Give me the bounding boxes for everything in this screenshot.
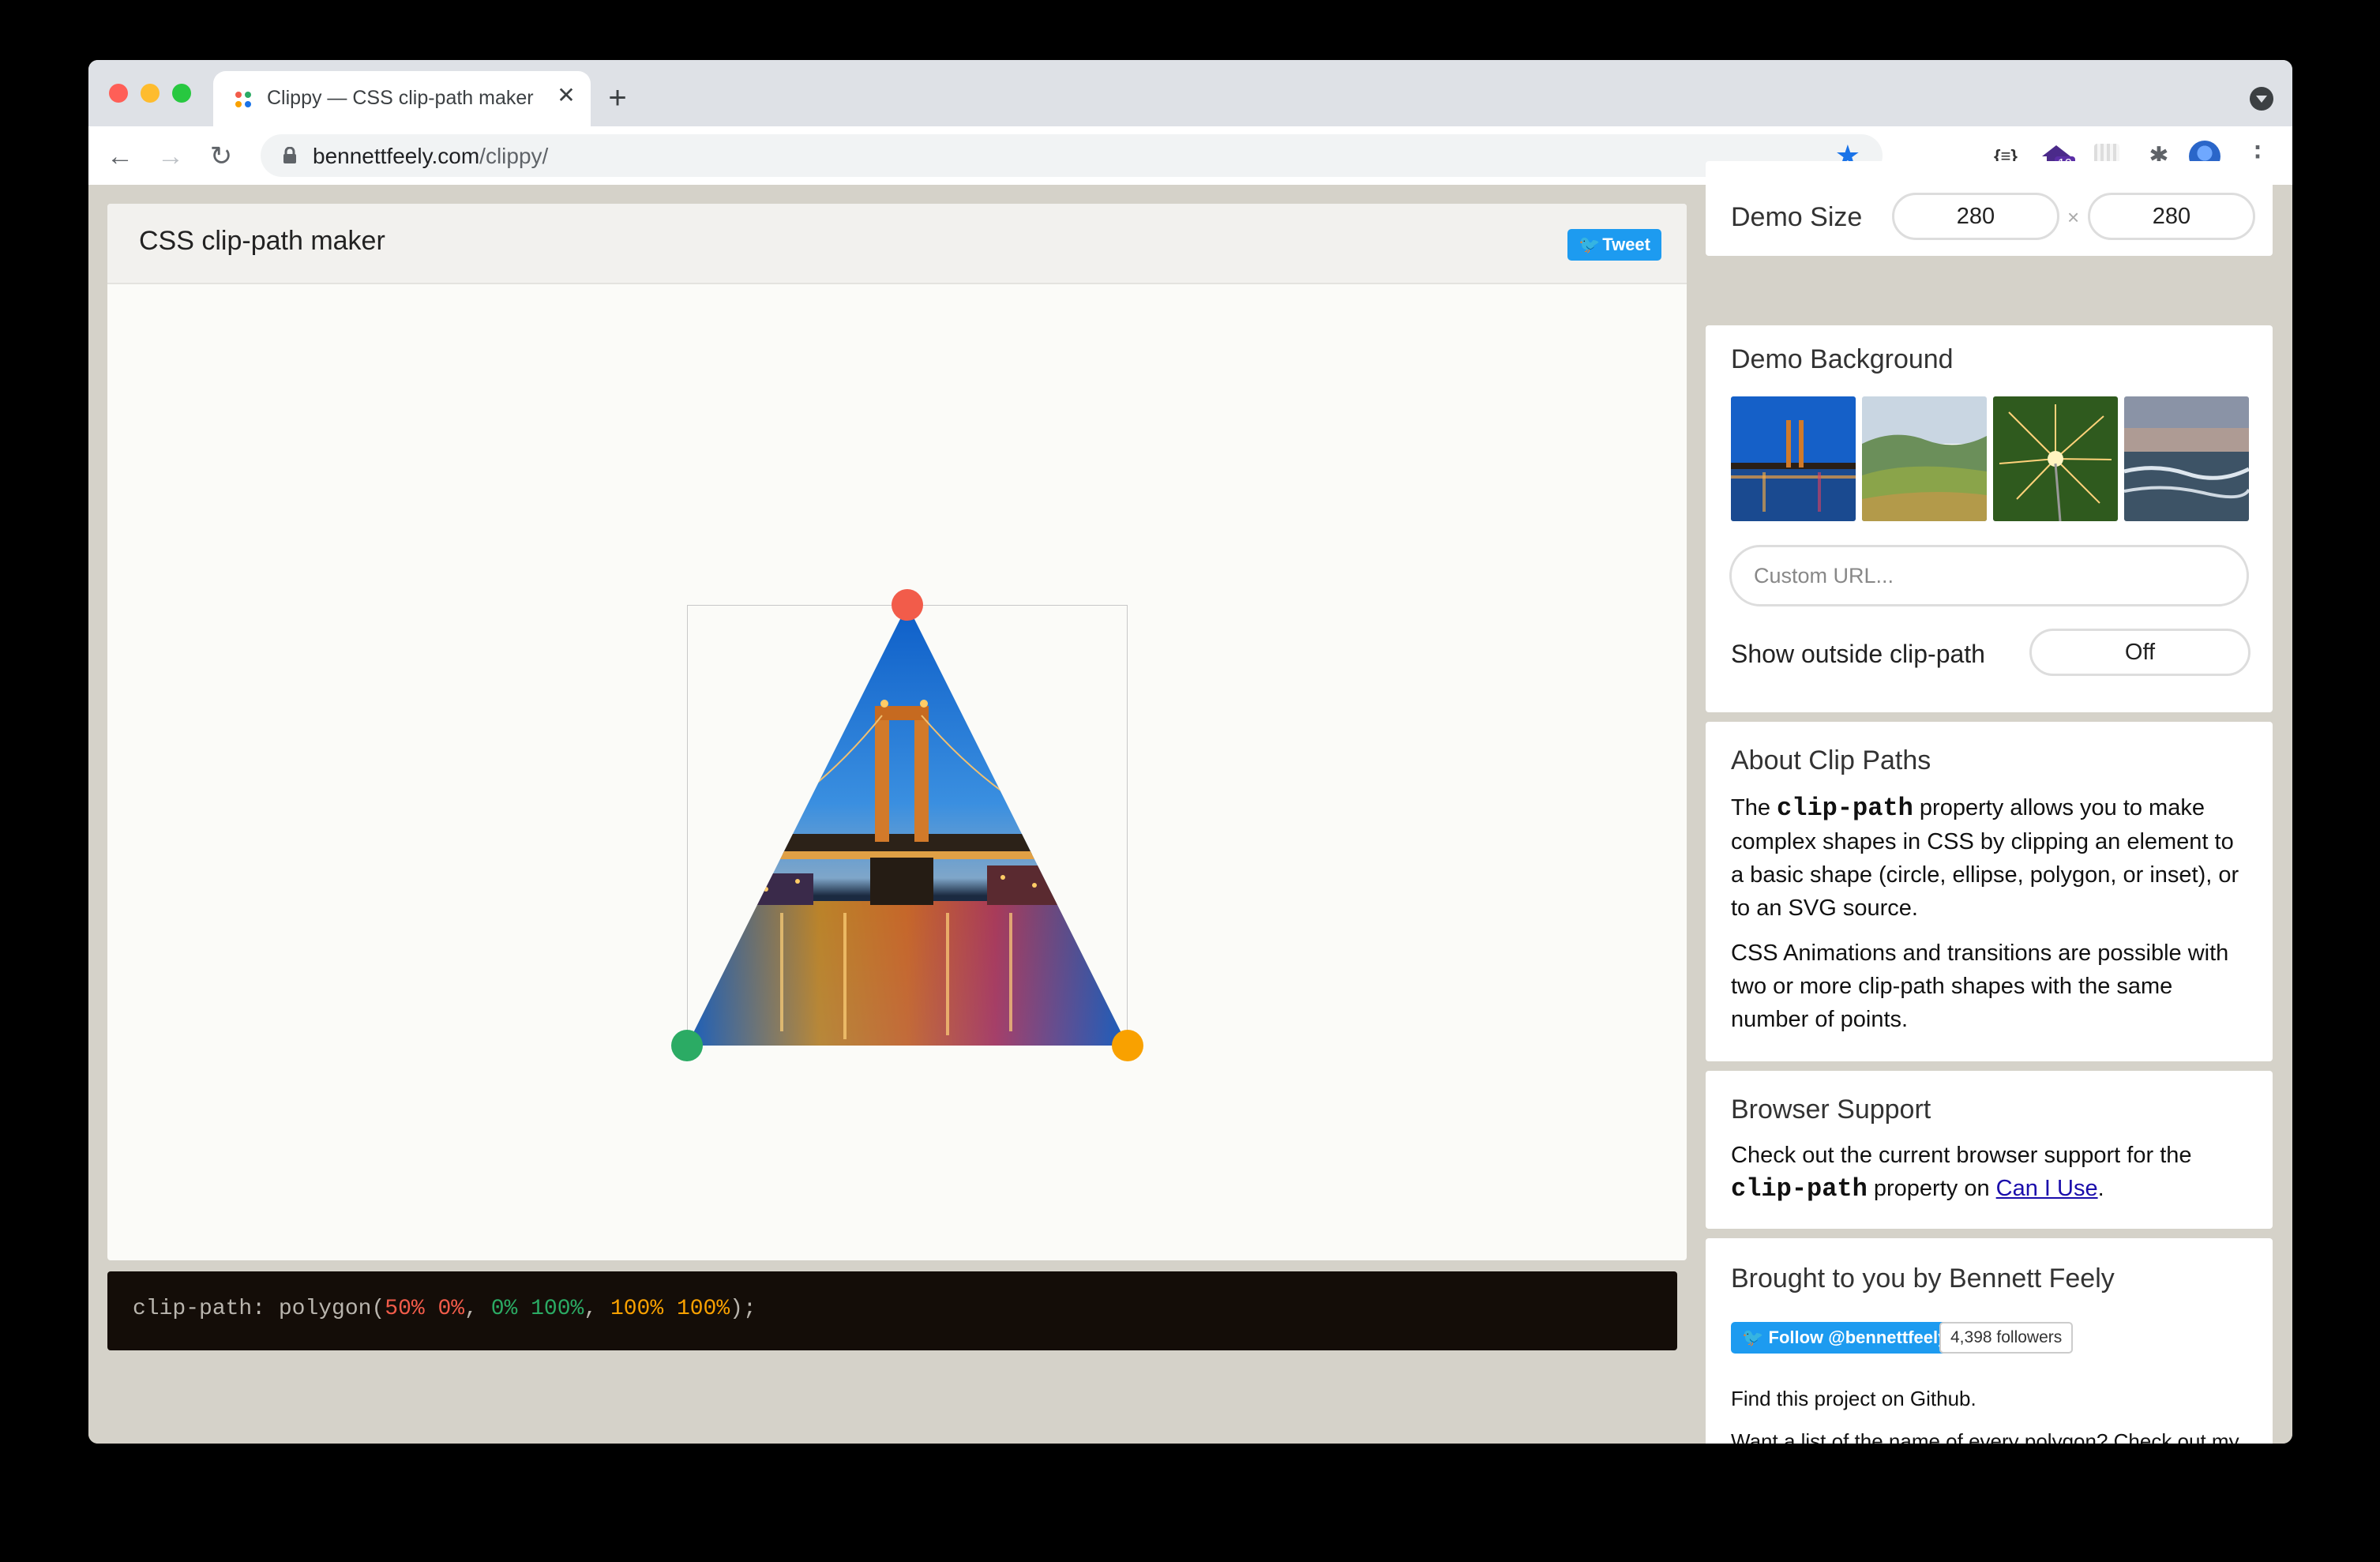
demo-height-input[interactable]: 280	[2088, 193, 2255, 240]
support-text-after: .	[2097, 1176, 2104, 1201]
url-path: /clippy/	[479, 144, 549, 168]
twitter-bird-icon: 🐦	[1742, 1327, 1769, 1347]
follow-label: Follow @bennettfeely	[1768, 1327, 1948, 1347]
followers-count-badge[interactable]: 4,398 followers	[1939, 1322, 2074, 1354]
demo-size-card: Demo Size 280 × 280	[1706, 161, 2273, 256]
reload-icon[interactable]: ↻	[205, 141, 237, 172]
clip-stage	[107, 204, 1687, 1260]
back-icon[interactable]: ←	[104, 141, 136, 172]
polygon-point-handle-bottom-right[interactable]	[1112, 1030, 1143, 1061]
show-outside-toggle[interactable]: Off	[2029, 629, 2250, 676]
clip-path-code-inline: clip-path	[1777, 794, 1913, 823]
editor-panel: CSS clip-path maker 🐦 Tweet	[107, 204, 1687, 1260]
size-times-sign: ×	[2067, 205, 2080, 229]
tab-search-icon[interactable]	[2250, 87, 2273, 111]
support-text-before: Check out the current browser support fo…	[1731, 1143, 2192, 1168]
code-point-3: 100% 100%	[610, 1297, 730, 1321]
code-point-2: 0% 100%	[490, 1297, 584, 1321]
twitter-follow-button[interactable]: 🐦 Follow @bennettfeely	[1731, 1322, 1959, 1354]
background-thumbnail-hills[interactable]	[1862, 396, 1987, 521]
lock-icon	[283, 147, 296, 163]
tab-strip: Clippy — CSS clip-path maker ✕ +	[88, 60, 2292, 126]
show-outside-label: Show outside clip-path	[1731, 640, 1985, 668]
address-bar[interactable]: bennettfeely.com/clippy/ ★	[261, 134, 1883, 177]
browser-window: Clippy — CSS clip-path maker ✕ + ← → ↻ b…	[88, 60, 2292, 1444]
background-thumbnail-ocean[interactable]	[2124, 396, 2249, 521]
polygon-point-handle-bottom-left[interactable]	[671, 1030, 703, 1061]
code-end: );	[730, 1297, 756, 1321]
credits-heading: Brought to you by Bennett Feely	[1731, 1263, 2115, 1294]
about-paragraph-1: The clip-path property allows you to mak…	[1731, 791, 2252, 925]
about-paragraph-2: CSS Animations and transitions are possi…	[1731, 941, 2229, 1032]
browser-support-heading: Browser Support	[1731, 1095, 1931, 1125]
window-close-button[interactable]	[109, 84, 128, 103]
copy-paste-list-text[interactable]: Want a list of the name of every polygon…	[1731, 1426, 2268, 1444]
demo-background-heading: Demo Background	[1731, 344, 1954, 374]
browser-support-card: Browser Support Check out the current br…	[1706, 1071, 2273, 1229]
window-maximize-button[interactable]	[172, 84, 191, 103]
polygon-point-handle-top[interactable]	[892, 589, 923, 621]
new-tab-button[interactable]: +	[602, 82, 633, 114]
code-point-1: 50% 0%	[385, 1297, 465, 1321]
demo-background-card: Demo Background Custom URL... Show outsi…	[1706, 325, 2273, 712]
code-property: clip-path:	[133, 1297, 279, 1321]
browser-support-text: Check out the current browser support fo…	[1731, 1139, 2252, 1206]
credits-card: Brought to you by Bennett Feely 🐦 Follow…	[1706, 1238, 2273, 1444]
window-minimize-button[interactable]	[141, 84, 160, 103]
code-separator-2: ,	[584, 1297, 610, 1321]
clipped-demo-image[interactable]	[687, 605, 1128, 1046]
about-heading: About Clip Paths	[1731, 745, 1931, 775]
background-thumbnail-sparkler[interactable]	[1993, 396, 2118, 521]
url-host: bennettfeely.com	[313, 144, 480, 168]
code-separator-1: ,	[464, 1297, 491, 1321]
browser-tab[interactable]: Clippy — CSS clip-path maker ✕	[213, 71, 591, 126]
background-thumbnail-bridge[interactable]	[1731, 396, 1856, 521]
about-p1-before: The	[1731, 795, 1777, 820]
clippy-favicon-icon	[235, 92, 251, 107]
github-link-text[interactable]: Find this project on Github.	[1731, 1384, 2268, 1414]
custom-url-input[interactable]	[1729, 545, 2249, 606]
forward-icon[interactable]: →	[155, 141, 186, 172]
code-function: polygon(	[278, 1297, 385, 1321]
support-text-middle: property on	[1867, 1176, 1996, 1201]
page-content: CSS clip-path maker 🐦 Tweet clip-path: p…	[88, 161, 2292, 1444]
demo-size-label: Demo Size	[1731, 202, 1863, 232]
clip-path-code: clip-path: polygon(50% 0%, 0% 100%, 100%…	[133, 1297, 756, 1321]
can-i-use-link[interactable]: Can I Use	[1996, 1176, 2098, 1201]
tab-close-icon[interactable]: ✕	[553, 82, 580, 109]
demo-width-input[interactable]: 280	[1892, 193, 2059, 240]
tab-title: Clippy — CSS clip-path maker	[267, 87, 534, 109]
about-card: About Clip Paths The clip-path property …	[1706, 722, 2273, 1061]
url-text: bennettfeely.com/clippy/	[313, 144, 548, 169]
clip-path-code-inline: clip-path	[1731, 1174, 1868, 1203]
css-code-output[interactable]: clip-path: polygon(50% 0%, 0% 100%, 100%…	[107, 1271, 1677, 1350]
